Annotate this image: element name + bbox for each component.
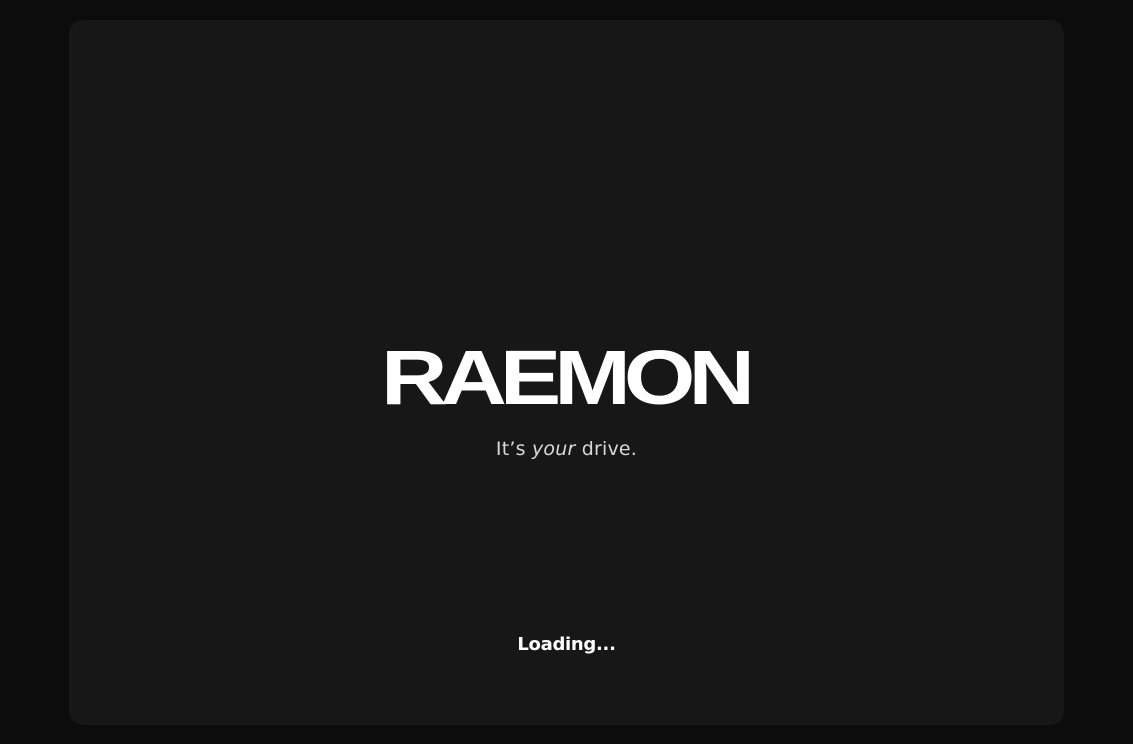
tagline: It’s your drive.	[69, 437, 1064, 461]
tagline-emphasis: your	[531, 438, 576, 460]
brand-name: RAEMON	[381, 335, 755, 421]
splash-panel: RAEMON It’s your drive. Loading...	[69, 20, 1064, 725]
brand-logo: RAEMON	[69, 332, 1064, 424]
tagline-suffix: drive.	[575, 438, 638, 460]
tagline-prefix: It’s	[495, 438, 532, 460]
loading-status: Loading...	[517, 634, 616, 655]
